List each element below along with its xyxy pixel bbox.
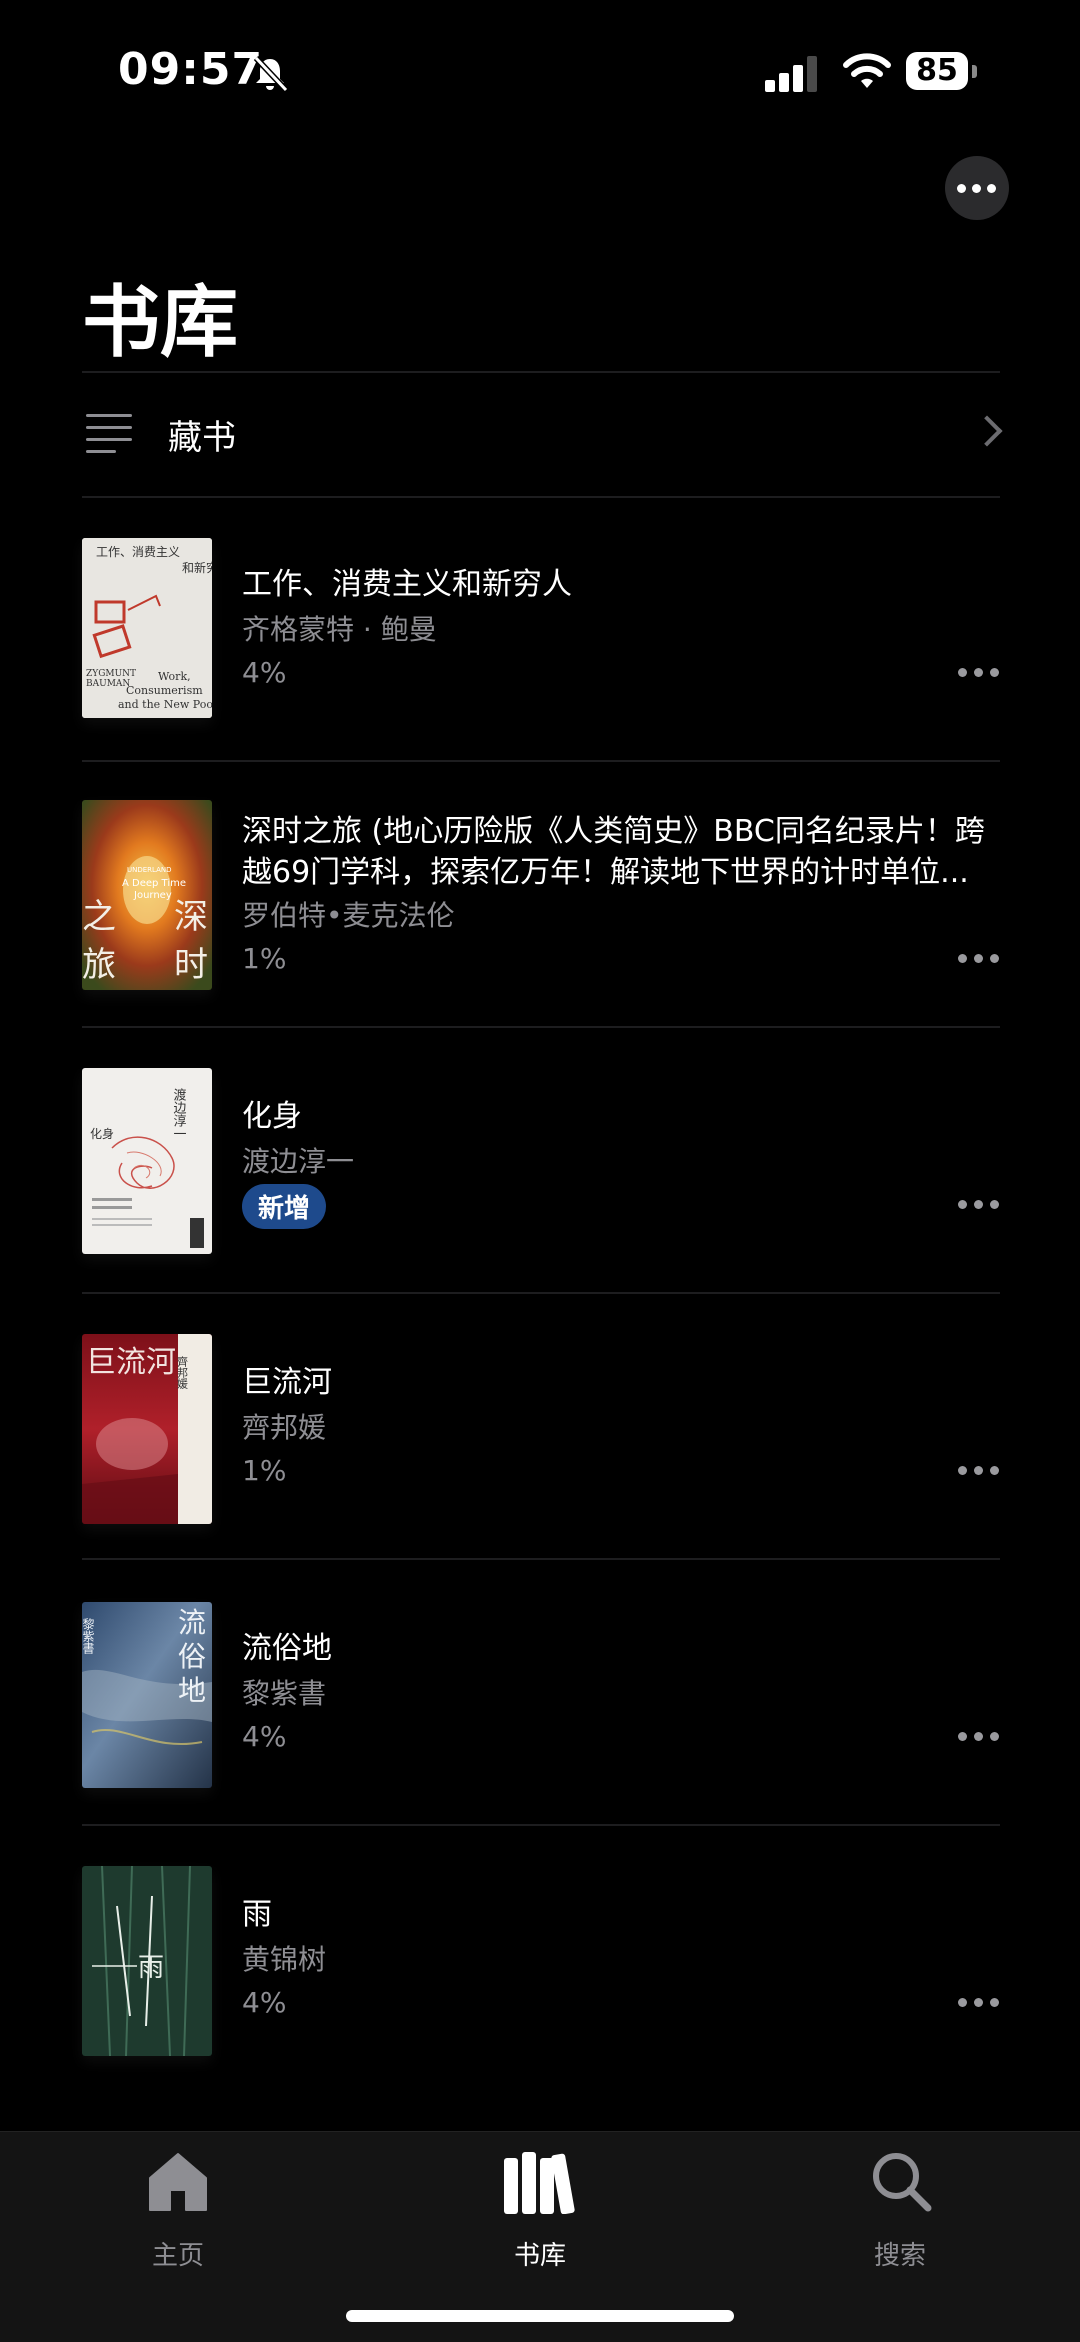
cellular-signal-icon	[765, 56, 817, 92]
search-icon	[873, 2153, 932, 2212]
cover-text: ZYGMUNT	[86, 669, 136, 679]
book-item[interactable]: 巨流河 齊邦媛 巨流河 齊邦媛 1%	[82, 1306, 1000, 1572]
cover-text: 巨流河	[86, 1345, 176, 1380]
book-cover: 流 俗 地 黎紫書	[82, 1602, 212, 1788]
divider	[82, 1026, 1000, 1028]
book-author: 黎紫書	[242, 1677, 327, 1710]
cover-text: Work,	[158, 670, 191, 683]
book-item[interactable]: 工作、消费主义 和新穷人 ZYGMUNT BAUMAN Work, Consum…	[82, 508, 1000, 774]
book-author: 罗伯特•麦克法伦	[242, 899, 455, 932]
book-cover: 渡边淳一 化身	[82, 1068, 212, 1254]
tab-home[interactable]: 主页	[78, 2132, 278, 2272]
wifi-icon	[843, 53, 891, 88]
book-cover: 工作、消费主义 和新穷人 ZYGMUNT BAUMAN Work, Consum…	[82, 538, 212, 718]
page-title: 书库	[82, 278, 239, 368]
book-item[interactable]: 流 俗 地 黎紫書 流俗地 黎紫書 4%	[82, 1572, 1000, 1838]
cover-text: A Deep Time	[122, 878, 186, 889]
tab-search[interactable]: 搜索	[800, 2132, 1000, 2272]
cover-text: 流	[178, 1606, 206, 1639]
books-icon	[504, 2152, 575, 2214]
cover-text: BAUMAN	[86, 679, 130, 689]
new-badge: 新增	[242, 1184, 327, 1229]
more-icon[interactable]	[958, 954, 1002, 966]
cover-text: Consumerism	[126, 684, 203, 697]
more-icon[interactable]	[958, 1998, 1002, 2010]
collections-label: 藏书	[168, 418, 236, 458]
more-icon[interactable]	[958, 1466, 1002, 1478]
book-author: 齊邦媛	[242, 1411, 327, 1444]
book-item[interactable]: 雨 雨 黄锦树 4%	[82, 1838, 1000, 2104]
more-icon[interactable]	[958, 668, 1002, 680]
cover-text: 齊邦媛	[176, 1355, 189, 1390]
book-cover: 雨	[82, 1866, 212, 2056]
book-author: 渡边淳一	[242, 1145, 355, 1178]
chevron-right-icon	[971, 415, 1003, 447]
cover-text: 雨	[138, 1953, 164, 1983]
cover-text: 之	[82, 897, 116, 937]
tab-label: 搜索	[873, 2241, 926, 2271]
cover-text: 深	[174, 897, 208, 937]
cover-text: 地	[178, 1674, 206, 1707]
cover-text: Journey	[133, 890, 172, 901]
cover-text: 时	[174, 945, 208, 985]
book-title: 工作、消费主义和新穷人	[242, 567, 572, 602]
cover-text: UNDERLAND	[127, 866, 172, 874]
divider	[82, 1292, 1000, 1294]
book-title: 化身	[242, 1099, 302, 1134]
more-options-button[interactable]	[945, 156, 1009, 220]
divider	[82, 1824, 1000, 1826]
book-progress: 4%	[242, 656, 287, 689]
cover-text: 俗	[178, 1640, 206, 1673]
tab-label: 主页	[151, 2241, 204, 2271]
book-item[interactable]: 深 时 之 旅 UNDERLAND A Deep Time Journey 深时…	[82, 774, 1000, 1040]
status-time: 09:57	[118, 44, 264, 95]
more-icon[interactable]	[958, 1200, 1002, 1212]
home-icon	[149, 2153, 207, 2211]
book-title: 雨	[242, 1897, 272, 1932]
collections-row[interactable]: 藏书	[82, 372, 1003, 497]
book-item[interactable]: 渡边淳一 化身 化身 渡边淳一 新增	[82, 1040, 1000, 1306]
cover-text: 工作、消费主义	[96, 545, 180, 559]
book-progress: 4%	[242, 1720, 287, 1753]
book-title: 深时之旅 (地心历险版《人类简史》BBC同名纪录片！跨越69门学科，探索亿万年！…	[242, 814, 985, 890]
divider	[82, 496, 1000, 498]
book-title: 巨流河	[242, 1365, 332, 1400]
home-indicator	[346, 2310, 734, 2322]
book-title: 流俗地	[242, 1631, 332, 1666]
status-bar: 09:57 85	[0, 0, 1080, 150]
book-author: 齐格蒙特 · 鲍曼	[242, 613, 437, 646]
list-icon	[86, 414, 132, 453]
cover-text: 黎紫書	[82, 1618, 95, 1655]
book-progress: 1%	[242, 1454, 287, 1487]
cover-text: 渡边淳一	[171, 1087, 187, 1140]
book-progress: 4%	[242, 1986, 287, 2019]
battery-icon: 85	[906, 52, 980, 92]
divider	[82, 760, 1000, 762]
more-icon[interactable]	[958, 1732, 1002, 1744]
tab-label: 书库	[513, 2241, 566, 2271]
battery-level: 85	[906, 52, 968, 90]
book-progress: 1%	[242, 942, 287, 975]
cover-text: 旅	[82, 945, 116, 985]
cover-text: 和新穷人	[182, 560, 212, 575]
cover-text: 化身	[90, 1126, 114, 1141]
book-cover: 深 时 之 旅 UNDERLAND A Deep Time Journey	[82, 800, 212, 990]
book-cover: 巨流河 齊邦媛	[82, 1334, 212, 1524]
book-author: 黄锦树	[242, 1943, 327, 1976]
tab-library[interactable]: 书库	[440, 2132, 640, 2272]
bell-muted-icon	[253, 55, 289, 93]
divider	[82, 1558, 1000, 1560]
cover-text: and the New Poor	[118, 698, 212, 711]
